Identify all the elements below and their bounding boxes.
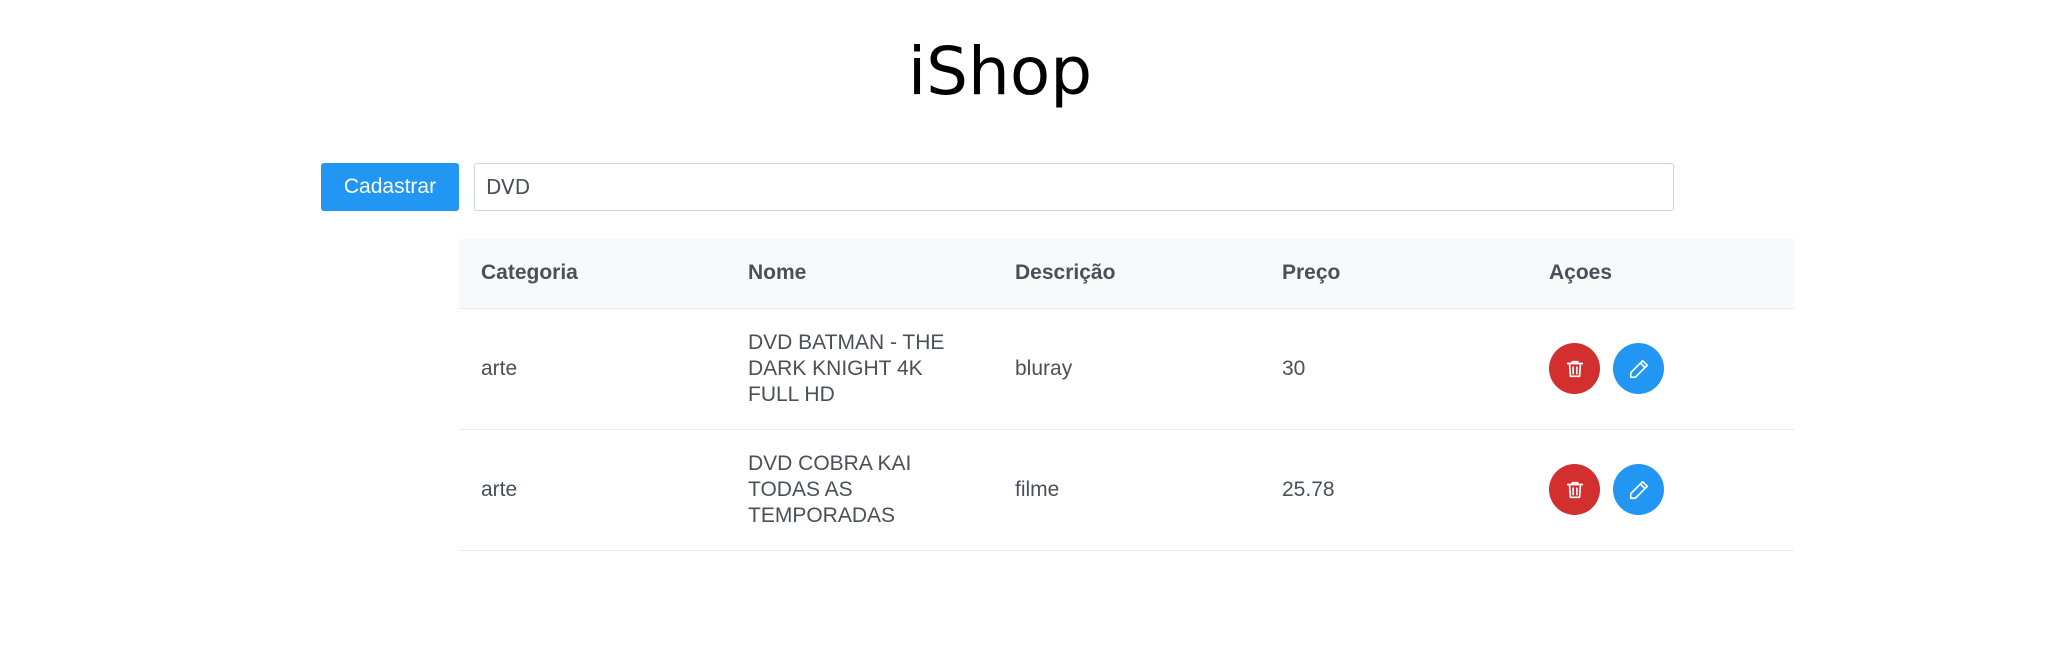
pencil-icon — [1629, 480, 1648, 499]
column-header-nome: Nome — [748, 261, 807, 285]
cell-preco: 25.78 — [1282, 477, 1335, 501]
products-table: Categoria Nome Descrição Preço Açoes art… — [459, 239, 1794, 551]
delete-button[interactable] — [1549, 343, 1600, 394]
delete-button[interactable] — [1549, 464, 1600, 515]
cell-categoria: arte — [481, 477, 518, 501]
table-header-row: Categoria Nome Descrição Preço Açoes — [459, 239, 1794, 308]
column-header-preco: Preço — [1282, 261, 1341, 285]
cell-descricao: filme — [1015, 477, 1060, 501]
pencil-icon — [1629, 359, 1648, 378]
trash-icon — [1566, 360, 1583, 377]
column-header-acoes: Açoes — [1549, 261, 1613, 285]
row-actions — [1549, 343, 1772, 394]
app-title: iShop — [907, 33, 1093, 110]
edit-button[interactable] — [1613, 343, 1664, 394]
trash-icon — [1566, 481, 1583, 498]
row-actions — [1549, 464, 1772, 515]
table-row: arte DVD BATMAN - THE DARK KNIGHT 4K FUL… — [459, 308, 1794, 429]
table-row: arte DVD COBRA KAI TODAS AS TEMPORADAS f… — [459, 429, 1794, 550]
cell-acoes — [1527, 429, 1794, 550]
cell-preco: 30 — [1282, 356, 1306, 380]
search-input[interactable] — [474, 163, 1674, 211]
page: iShop Cadastrar Categoria Nome Descrição… — [0, 0, 2069, 670]
column-header-categoria: Categoria — [481, 261, 578, 285]
cell-acoes — [1527, 308, 1794, 429]
cell-nome: DVD BATMAN - THE DARK KNIGHT 4K FULL HD — [748, 330, 945, 406]
cell-nome: DVD COBRA KAI TODAS AS TEMPORADAS — [748, 451, 912, 527]
cell-descricao: bluray — [1015, 356, 1073, 380]
cell-categoria: arte — [481, 356, 518, 380]
edit-button[interactable] — [1613, 464, 1664, 515]
register-button[interactable]: Cadastrar — [321, 163, 459, 211]
column-header-descricao: Descrição — [1015, 261, 1116, 285]
toolbar: Cadastrar — [321, 163, 1674, 211]
